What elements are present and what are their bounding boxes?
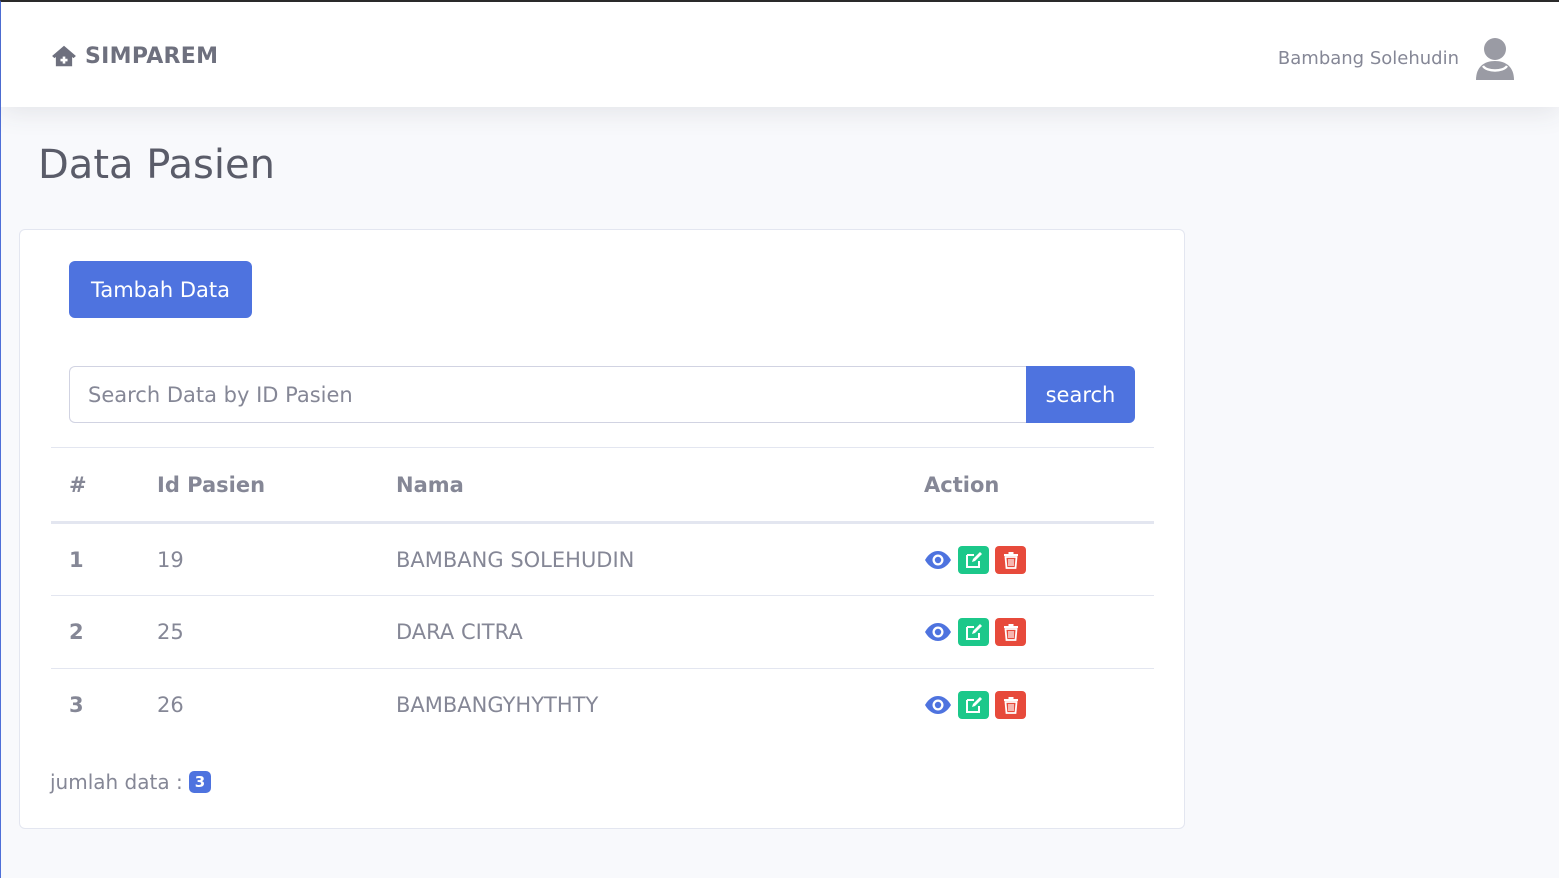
- brand-name: SIMPAREM: [85, 43, 219, 69]
- trash-icon: [1003, 624, 1018, 641]
- row-number: 1: [69, 547, 84, 572]
- page-title: Data Pasien: [38, 142, 275, 188]
- data-count-badge: 3: [188, 771, 212, 793]
- brand-link[interactable]: SIMPAREM: [51, 42, 218, 70]
- avatar-icon[interactable]: [1475, 36, 1515, 80]
- edit-icon: [965, 697, 982, 714]
- search-input[interactable]: [69, 366, 1026, 423]
- table-row: 2 25 DARA CITRA: [51, 596, 1154, 669]
- home-icon: [51, 43, 77, 69]
- edit-icon: [965, 551, 982, 568]
- trash-icon: [1003, 551, 1018, 569]
- row-actions: [906, 596, 1154, 669]
- header-id-pasien: Id Pasien: [157, 472, 266, 497]
- search-button[interactable]: search: [1026, 366, 1135, 423]
- edit-button[interactable]: [958, 691, 989, 720]
- data-count-label: jumlah data :: [50, 770, 183, 794]
- header-number: #: [69, 472, 87, 497]
- row-number: 3: [69, 693, 84, 718]
- row-actions: [906, 669, 1154, 742]
- edit-button[interactable]: [958, 545, 989, 574]
- eye-icon[interactable]: [924, 695, 952, 715]
- header-nama: Nama: [396, 472, 464, 497]
- row-actions: [906, 523, 1154, 596]
- delete-button[interactable]: [995, 545, 1026, 574]
- table-row: 3 26 BAMBANGYHYTHTY: [51, 669, 1154, 742]
- table-header-row: # Id Pasien Nama Action: [51, 447, 1154, 523]
- trash-icon: [1003, 697, 1018, 715]
- edit-button[interactable]: [958, 618, 989, 646]
- delete-button[interactable]: [995, 618, 1026, 646]
- delete-button[interactable]: [995, 691, 1026, 720]
- table-row: 1 19 BAMBANG SOLEHUDIN: [51, 523, 1154, 596]
- edit-icon: [965, 624, 982, 640]
- data-count: jumlah data : 3: [50, 770, 212, 794]
- row-nama: BAMBANG SOLEHUDIN: [396, 547, 635, 572]
- top-navbar: SIMPAREM Bambang Solehudin: [1, 2, 1559, 107]
- patient-table: # Id Pasien Nama Action 1 19 BAMBANG SOL…: [51, 447, 1154, 742]
- add-data-button[interactable]: Tambah Data: [69, 261, 252, 318]
- row-nama: BAMBANGYHYTHTY: [396, 693, 599, 718]
- user-menu[interactable]: Bambang Solehudin: [1278, 35, 1515, 81]
- header-action: Action: [924, 472, 1000, 497]
- row-id-pasien: 25: [157, 620, 184, 644]
- user-name: Bambang Solehudin: [1277, 47, 1459, 69]
- row-number: 2: [69, 620, 84, 644]
- eye-icon[interactable]: [924, 550, 952, 570]
- eye-icon[interactable]: [924, 622, 952, 642]
- row-nama: DARA CITRA: [396, 620, 523, 644]
- row-id-pasien: 26: [157, 693, 184, 718]
- row-id-pasien: 19: [157, 547, 184, 572]
- data-card: Tambah Data search # Id Pasien Nama Acti…: [19, 229, 1185, 829]
- search-group: search: [69, 366, 1135, 423]
